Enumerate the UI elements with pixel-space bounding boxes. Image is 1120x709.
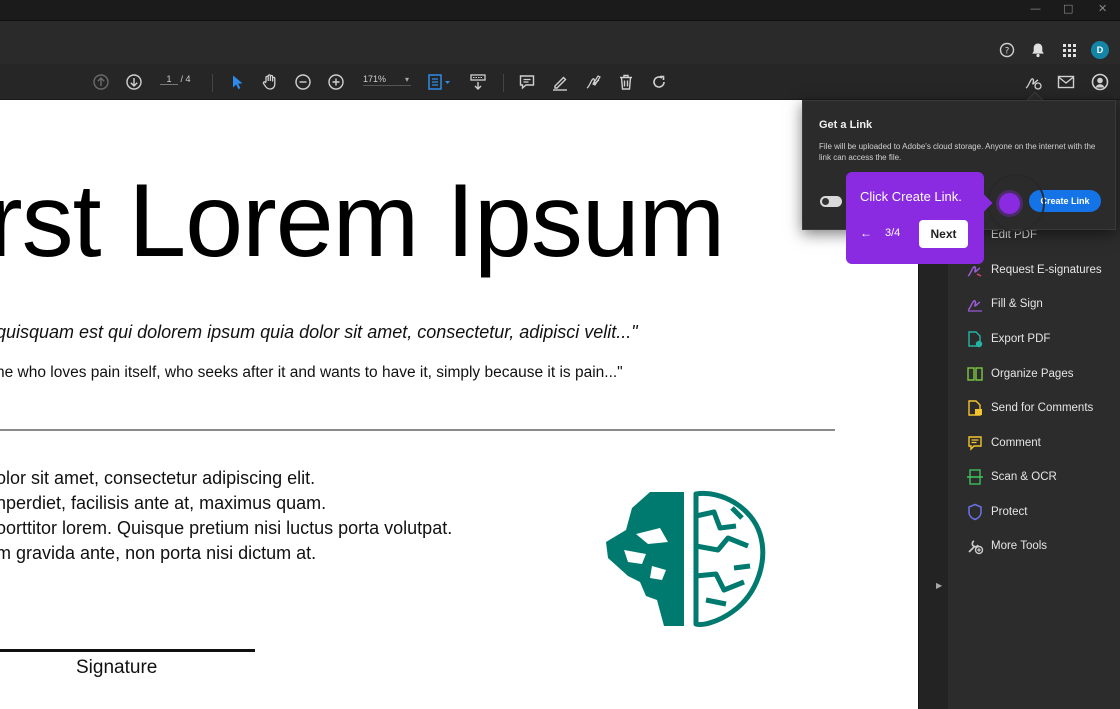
document-title: rst Lorem Ipsum xyxy=(0,163,725,279)
email-icon[interactable] xyxy=(1056,72,1076,92)
protect-icon xyxy=(965,502,985,522)
maximize-button[interactable]: □ xyxy=(1063,2,1073,15)
total-pages: / 4 xyxy=(180,74,191,84)
bell-icon[interactable] xyxy=(1028,40,1048,60)
tool-label: Send for Comments xyxy=(991,402,1094,414)
popover-description: File will be uploaded to Adobe's cloud s… xyxy=(819,142,1096,162)
share-user-icon[interactable] xyxy=(1090,72,1110,92)
tool-comment[interactable]: Comment xyxy=(965,430,1115,456)
zoom-select[interactable]: 171% ▾ xyxy=(363,74,411,86)
sign-pen-icon[interactable] xyxy=(583,72,603,92)
fill-sign-icon xyxy=(965,294,985,314)
horizontal-rule xyxy=(0,429,835,431)
app-window: — □ ✕ ? D 1 / 4 171% ▾ rst Lorem Ipsum q… xyxy=(0,0,1120,709)
body-line: oorttitor lorem. Quisque pretium nisi lu… xyxy=(0,518,453,538)
page-number-field[interactable]: 1 / 4 xyxy=(160,74,191,85)
tool-label: Request E-signatures xyxy=(991,264,1102,276)
guide-hotspot[interactable] xyxy=(999,193,1020,214)
link-toggle[interactable] xyxy=(820,196,842,207)
highlight-pen-icon[interactable] xyxy=(550,72,570,92)
chevron-down-icon: ▾ xyxy=(404,75,409,84)
tool-label: Scan & OCR xyxy=(991,471,1057,483)
guide-next-button[interactable]: Next xyxy=(919,220,968,248)
document-body: olor sit amet, consectetur adipiscing el… xyxy=(0,466,452,566)
tool-label: Protect xyxy=(991,506,1028,518)
close-button[interactable]: ✕ xyxy=(1098,2,1107,15)
signature-label: Signature xyxy=(76,657,158,678)
comment-icon xyxy=(965,433,985,453)
export-pdf-icon xyxy=(965,329,985,349)
zoom-in-icon[interactable] xyxy=(326,72,346,92)
tool-send-for-comments[interactable]: Send for Comments xyxy=(965,395,1115,421)
tool-label: More Tools xyxy=(991,540,1048,552)
rotate-icon[interactable] xyxy=(649,72,669,92)
organize-pages-icon xyxy=(965,364,985,384)
tool-label: Fill & Sign xyxy=(991,298,1043,310)
signature-line xyxy=(0,649,255,652)
back-arrow-icon[interactable]: ← xyxy=(860,226,872,240)
select-cursor-icon[interactable] xyxy=(227,72,247,92)
popover-title: Get a Link xyxy=(819,119,873,131)
send-comments-icon xyxy=(965,398,985,418)
scroll-mode-icon[interactable] xyxy=(468,72,488,92)
tool-scan-ocr[interactable]: Scan & OCR xyxy=(965,464,1115,490)
fit-page-icon[interactable] xyxy=(427,72,453,92)
previous-page-icon[interactable] xyxy=(91,72,111,92)
body-line: olor sit amet, consectetur adipiscing el… xyxy=(0,468,316,488)
brain-face-logo xyxy=(602,488,768,628)
avatar[interactable]: D xyxy=(1091,41,1109,59)
toolbar-divider xyxy=(503,74,504,92)
tool-organize-pages[interactable]: Organize Pages xyxy=(965,361,1115,387)
tool-fill-sign[interactable]: Fill & Sign xyxy=(965,291,1115,317)
svg-text:?: ? xyxy=(1005,46,1010,56)
tool-request-esignatures[interactable]: Request E-signatures xyxy=(965,257,1115,283)
comment-icon[interactable] xyxy=(517,72,537,92)
expand-arrow-icon[interactable]: ▶ xyxy=(936,581,942,590)
scan-ocr-icon xyxy=(965,467,985,487)
tool-label: Organize Pages xyxy=(991,368,1074,380)
tool-export-pdf[interactable]: Export PDF xyxy=(965,326,1115,352)
minimize-button[interactable]: — xyxy=(1030,2,1041,15)
apps-grid-icon[interactable] xyxy=(1059,40,1079,60)
main-toolbar: 1 / 4 171% ▾ xyxy=(0,64,1120,100)
current-page-input[interactable]: 1 xyxy=(160,74,178,85)
tool-protect[interactable]: Protect xyxy=(965,499,1115,525)
next-page-icon[interactable] xyxy=(124,72,144,92)
trash-icon[interactable] xyxy=(616,72,636,92)
hand-tool-icon[interactable] xyxy=(260,72,280,92)
zoom-value: 171% xyxy=(363,74,387,84)
guide-tooltip: Click Create Link. ← 3/4 Next xyxy=(846,172,984,264)
guide-step-counter: 3/4 xyxy=(885,227,901,239)
pdf-document-page[interactable]: rst Lorem Ipsum quisquam est qui dolorem… xyxy=(0,100,918,709)
more-tools-icon xyxy=(965,536,985,556)
header-bar: ? xyxy=(0,20,1120,64)
zoom-out-icon[interactable] xyxy=(293,72,313,92)
toggle-knob xyxy=(822,198,829,205)
document-quote-translation: ne who loves pain itself, who seeks afte… xyxy=(0,364,623,381)
tool-label: Comment xyxy=(991,437,1041,449)
tool-label: Export PDF xyxy=(991,333,1051,345)
share-link-icon[interactable] xyxy=(1023,72,1043,92)
document-quote: quisquam est qui dolorem ipsum quia dolo… xyxy=(0,322,638,342)
title-bar: — □ ✕ xyxy=(0,0,1120,20)
guide-instruction: Click Create Link. xyxy=(860,189,962,204)
body-line: nperdiet, facilisis ante at, maximus qua… xyxy=(0,493,327,513)
body-line: m gravida ante, non porta nisi dictum at… xyxy=(0,543,317,563)
help-circle-icon[interactable]: ? xyxy=(997,40,1017,60)
tool-more-tools[interactable]: More Tools xyxy=(965,533,1115,559)
toolbar-divider xyxy=(212,74,213,92)
